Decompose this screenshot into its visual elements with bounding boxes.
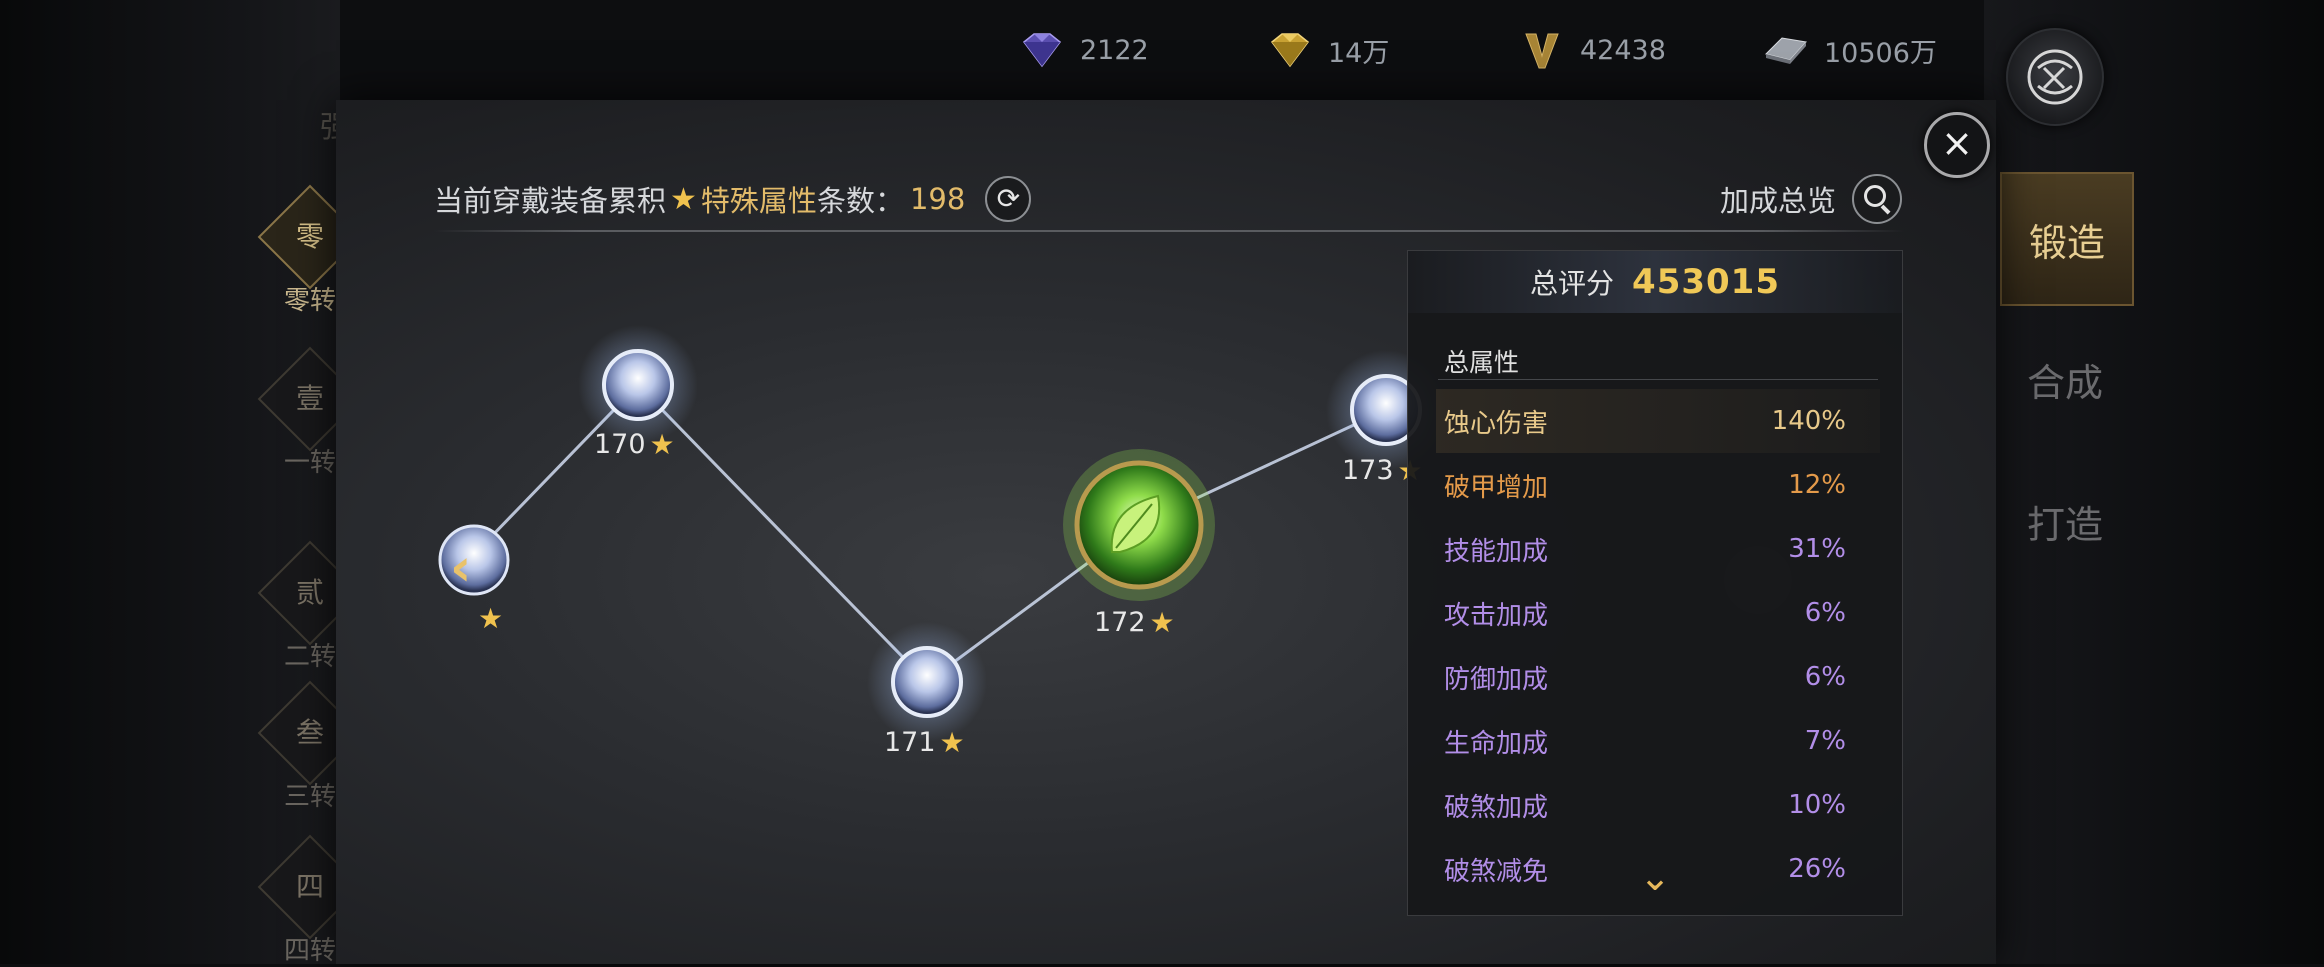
- stat-value: 140%: [1771, 406, 1846, 436]
- close-icon: ×: [1941, 121, 1973, 165]
- node-level: 173: [1342, 455, 1394, 486]
- node-label: 172 ★: [1094, 606, 1175, 639]
- stat-row: 蚀心伤害 140%: [1436, 389, 1880, 453]
- chevron-down-icon[interactable]: ⌄: [1630, 857, 1680, 897]
- stat-value: 6%: [1804, 662, 1846, 692]
- stat-name: 技能加成: [1444, 536, 1549, 567]
- stat-row: 破煞加成 10%: [1436, 773, 1880, 837]
- stat-row: 防御加成 6%: [1436, 645, 1880, 709]
- stat-value: 31%: [1788, 534, 1846, 564]
- node-prev-label: ★: [478, 602, 503, 635]
- total-score-header: 总评分 453015: [1408, 251, 1902, 313]
- total-score-label: 总评分: [1530, 267, 1615, 300]
- star-icon: ★: [478, 602, 504, 635]
- total-score-value: 453015: [1632, 262, 1780, 302]
- stat-name: 生命加成: [1444, 728, 1549, 759]
- total-stats-panel: 总评分 453015 总属性 蚀心伤害 140% 破甲增加 12% 技能加成 3…: [1407, 250, 1903, 916]
- stat-value: 26%: [1788, 854, 1846, 884]
- node-label: 171 ★: [884, 726, 965, 759]
- stat-name: 破甲增加: [1444, 472, 1549, 503]
- stat-name: 攻击加成: [1444, 600, 1549, 631]
- stat-row: 破甲增加 12%: [1436, 453, 1880, 517]
- node-171[interactable]: [867, 622, 987, 742]
- stat-name: 破煞加成: [1444, 792, 1549, 823]
- node-170[interactable]: [578, 325, 698, 445]
- star-icon: ★: [649, 428, 675, 461]
- node-label: 170 ★: [594, 428, 675, 461]
- divider: [1438, 379, 1878, 380]
- stat-value: 6%: [1804, 598, 1846, 628]
- star-icon: ★: [939, 726, 965, 759]
- stat-name: 蚀心伤害: [1444, 408, 1549, 439]
- chevron-left-icon[interactable]: ‹: [450, 540, 480, 596]
- node-level: 171: [884, 727, 936, 758]
- node-level: 172: [1094, 607, 1146, 638]
- total-attributes-title: 总属性: [1444, 348, 1520, 377]
- node-level: 170: [594, 429, 646, 460]
- stat-name: 破煞减免: [1444, 856, 1549, 887]
- stat-name: 防御加成: [1444, 664, 1549, 695]
- stat-value: 12%: [1788, 470, 1846, 500]
- stat-row: 生命加成 7%: [1436, 709, 1880, 773]
- stat-value: 7%: [1804, 726, 1846, 756]
- node-172[interactable]: [1063, 449, 1215, 601]
- close-button[interactable]: ×: [1924, 112, 1990, 178]
- stat-row: 攻击加成 6%: [1436, 581, 1880, 645]
- star-icon: ★: [1149, 606, 1175, 639]
- stat-row: 技能加成 31%: [1436, 517, 1880, 581]
- stat-value: 10%: [1788, 790, 1846, 820]
